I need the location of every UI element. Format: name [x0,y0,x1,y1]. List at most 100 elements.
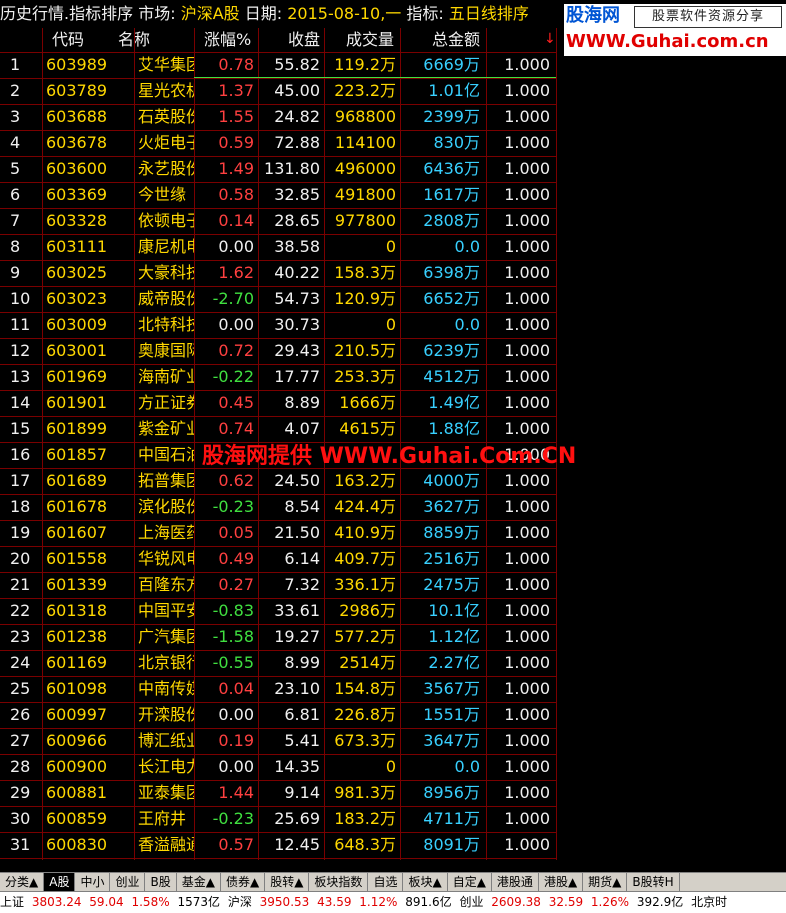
table-row[interactable]: 13 601969 海南矿业 -0.22 17.77 253.3万 4512万 1.000 [0,364,556,390]
grid-divider [0,364,556,365]
indicator-value[interactable]: 五日线排序 [449,0,529,28]
close-price: 21.50 [274,523,320,542]
volume: 577.2万 [334,627,396,646]
table-row[interactable]: 26 600997 开滦股份 0.00 6.81 226.8万 1551万 1.000 [0,702,556,728]
volume: 336.1万 [334,575,396,594]
indicator-value: 1.000 [504,549,550,568]
row-index: 18 [10,497,31,516]
table-row[interactable]: 28 600900 长江电力 0.00 14.35 0 0.0 1.000 [0,754,556,780]
grid-divider [0,390,556,391]
table-row[interactable]: 11 603009 北特科技 0.00 30.73 0 0.0 1.000 [0,312,556,338]
table-row[interactable]: 29 600881 亚泰集团 1.44 9.14 981.3万 8956万 1.000 [0,780,556,806]
tab-8[interactable]: 板块指数 [309,873,369,891]
tab-9[interactable]: 自选 [368,873,404,891]
col-header-change[interactable]: 涨幅% [204,28,251,52]
table-row[interactable]: 30 600859 王府井 -0.23 25.69 183.2万 4711万 1.000 [0,806,556,832]
indicator-value: 1.000 [504,523,550,542]
tab-7[interactable]: 股转▲ [265,873,310,891]
volume: 163.2万 [334,471,396,490]
cy-index-value: 2609.38 [491,895,541,909]
table-row[interactable]: 25 601098 中南传媒 0.04 23.10 154.8万 3567万 1.000 [0,676,556,702]
row-index: 3 [10,107,21,126]
stock-name: 开滦股份 [138,705,194,724]
hs-index-name[interactable]: 沪深 [228,892,256,913]
col-header-code[interactable]: 代码 [52,28,84,52]
stock-name: 威帝股份 [138,289,194,308]
table-row[interactable]: 31 600830 香溢融通 0.57 12.45 648.3万 8091万 1.000 [0,832,556,858]
table-row[interactable]: 24 601169 北京银行 -0.55 8.99 2514万 2.27亿 1.000 [0,650,556,676]
date-value[interactable]: 2015-08-10,一 [287,0,401,28]
change-pct: 1.62 [218,263,254,282]
table-row[interactable]: 10 603023 威帝股份 -2.70 54.73 120.9万 6652万 1.000 [0,286,556,312]
tab-2[interactable]: 中小 [75,873,111,891]
grid-divider [0,832,556,833]
row-index: 25 [10,679,31,698]
table-row[interactable]: 17 601689 拓普集团 0.62 24.50 163.2万 4000万 1.000 [0,468,556,494]
tab-15[interactable]: B股转H [627,873,680,891]
market-value[interactable]: 沪深A股 [181,0,240,28]
amount: 2808万 [423,211,480,230]
table-row[interactable]: 21 601339 百隆东方 0.27 7.32 336.1万 2475万 1.000 [0,572,556,598]
volume: 0 [385,315,396,334]
amount: 3647万 [423,731,480,750]
table-row[interactable]: 2 603789 星光农机 1.37 45.00 223.2万 1.01亿 1.000 [0,78,556,104]
close-price: 131.80 [264,159,320,178]
close-price: 24.50 [274,471,320,490]
table-row[interactable]: 20 601558 华锐风电 0.49 6.14 409.7万 2516万 1.000 [0,546,556,572]
table-row[interactable]: 7 603328 依顿电子 0.14 28.65 977800 2808万 1.000 [0,208,556,234]
col-header-volume[interactable]: 成交量 [346,28,394,52]
grid-divider [0,416,556,417]
close-price: 28.65 [274,211,320,230]
stock-code: 603001 [46,341,108,360]
sort-down-icon[interactable]: ↓ [544,28,556,52]
table-row[interactable]: 5 603600 永艺股份 1.49 131.80 496000 6436万 1.000 [0,156,556,182]
stock-code: 603789 [46,81,108,100]
sh-index-name[interactable]: 上证 [0,892,28,913]
cy-index-name[interactable]: 创业 [459,892,487,913]
tab-11[interactable]: 自定▲ [448,873,492,891]
table-row[interactable]: 14 601901 方正证券 0.45 8.89 1666万 1.49亿 1.000 [0,390,556,416]
table-row[interactable]: 12 603001 奥康国际 0.72 29.43 210.5万 6239万 1.000 [0,338,556,364]
tab-0[interactable]: 分类▲ [0,873,45,891]
grid-divider [0,130,556,131]
change-pct: 0.00 [218,705,254,724]
table-row[interactable]: 18 601678 滨化股份 -0.23 8.54 424.4万 3627万 1.000 [0,494,556,520]
table-row[interactable]: 15 601899 紫金矿业 0.74 4.07 4615万 1.88亿 1.000 [0,416,556,442]
volume: 424.4万 [334,497,396,516]
tab-12[interactable]: 港股通 [492,873,539,891]
col-header-amount[interactable]: 总金额 [432,28,480,52]
stock-code: 601098 [46,679,108,698]
col-header-close[interactable]: 收盘 [288,28,320,52]
indicator-value: 1.000 [504,471,550,490]
tab-1[interactable]: A股 [44,873,76,891]
stock-code: 603328 [46,211,108,230]
row-index: 12 [10,341,31,360]
table-row[interactable]: 9 603025 大豪科技 1.62 40.22 158.3万 6398万 1.000 [0,260,556,286]
tab-6[interactable]: 债券▲ [221,873,266,891]
table-row[interactable]: 8 603111 康尼机电 0.00 38.58 0 0.0 1.000 [0,234,556,260]
volume: 183.2万 [334,809,396,828]
table-row[interactable]: 19 601607 上海医药 0.05 21.50 410.9万 8859万 1.000 [0,520,556,546]
table-row[interactable]: 27 600966 博汇纸业 0.19 5.41 673.3万 3647万 1.000 [0,728,556,754]
indicator-value: 1.000 [504,731,550,750]
watermark-text: 股海网提供 WWW.Guhai.Com.CN [202,444,577,469]
table-row[interactable]: 23 601238 广汽集团 -1.58 19.27 577.2万 1.12亿 1.000 [0,624,556,650]
indicator-value: 1.000 [504,419,550,438]
tab-14[interactable]: 期货▲ [583,873,628,891]
tab-13[interactable]: 港股▲ [539,873,584,891]
change-pct: 0.49 [218,549,254,568]
amount: 1.01亿 [428,81,480,100]
table-row[interactable]: 22 601318 中国平安 -0.83 33.61 2986万 10.1亿 1.000 [0,598,556,624]
table-row[interactable]: 1 603989 艾华集团 0.78 55.82 119.2万 6669万 1.000 [0,52,556,78]
table-row[interactable]: 4 603678 火炬电子 0.59 72.88 114100 830万 1.000 [0,130,556,156]
stock-code: 601339 [46,575,108,594]
volume: 496000 [334,159,396,178]
tab-4[interactable]: B股 [145,873,177,891]
row-index: 6 [10,185,21,204]
tab-3[interactable]: 创业 [110,873,146,891]
tab-10[interactable]: 板块▲ [403,873,448,891]
tab-5[interactable]: 基金▲ [177,873,221,891]
table-row[interactable]: 3 603688 石英股份 1.55 24.82 968800 2399万 1.000 [0,104,556,130]
table-row[interactable]: 6 603369 今世缘 0.58 32.85 491800 1617万 1.000 [0,182,556,208]
index-status-bar: 上证 3803.24 59.04 1.58% 1573亿 沪深 3950.53 … [0,891,786,913]
